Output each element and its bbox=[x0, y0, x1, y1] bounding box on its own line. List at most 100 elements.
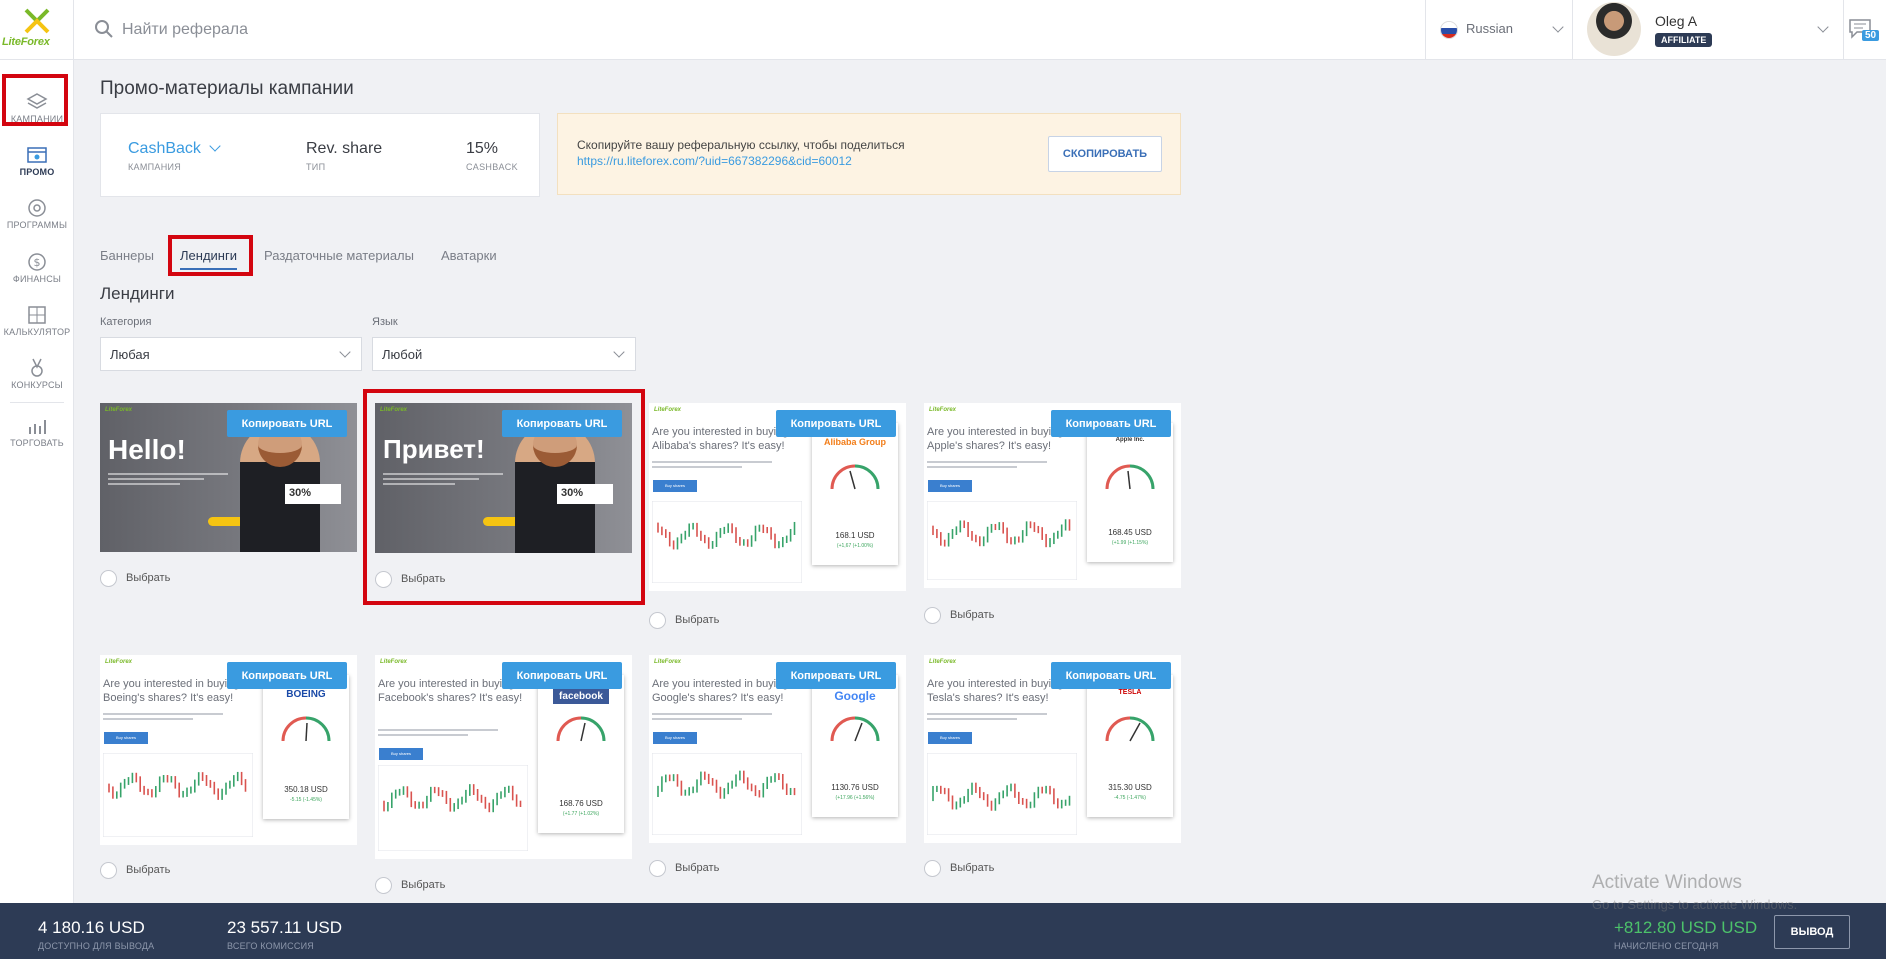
preview-gauge bbox=[830, 464, 880, 490]
available-label: ДОСТУПНО ДЛЯ ВЫВОДА bbox=[38, 941, 155, 951]
select-radio[interactable] bbox=[649, 612, 666, 629]
preview-brand-logo: BOEING bbox=[286, 689, 326, 700]
sidebar-item-finance[interactable]: $ ФИНАНСЫ bbox=[0, 246, 74, 298]
select-label: Выбрать bbox=[675, 614, 720, 626]
gauge-arc-red bbox=[1105, 716, 1131, 742]
chevron-down-icon bbox=[613, 346, 625, 358]
highlight-frame-promo bbox=[2, 74, 68, 126]
preview-subtext bbox=[927, 461, 1047, 471]
sidebar-item-contests[interactable]: КОНКУРСЫ bbox=[0, 352, 74, 404]
select-label: Выбрать bbox=[126, 864, 171, 876]
sidebar: КАМПАНИИ ПРОМО ПРОГРАММЫ $ ФИНАНСЫ КАЛЬК… bbox=[0, 60, 74, 903]
sidebar-item-promo[interactable]: ПРОМО bbox=[0, 139, 74, 191]
gauge-arc-green bbox=[1129, 716, 1155, 742]
preview-brand-logo: Alibaba Group bbox=[823, 437, 886, 447]
select-radio[interactable] bbox=[924, 607, 941, 624]
select-radio[interactable] bbox=[649, 860, 666, 877]
sidebar-item-trade[interactable]: ТОРГОВАТЬ bbox=[0, 410, 74, 462]
preview-price-chart bbox=[652, 501, 802, 583]
copy-url-button[interactable]: Копировать URL bbox=[776, 410, 896, 437]
referral-link[interactable]: https://ru.liteforex.com/?uid=667382296&… bbox=[577, 154, 852, 168]
chevron-down-icon bbox=[1817, 21, 1829, 33]
preview-buy-button: Buy shares bbox=[928, 480, 972, 492]
sidebar-item-programs[interactable]: ПРОГРАММЫ bbox=[0, 192, 74, 244]
copy-url-button[interactable]: Копировать URL bbox=[1051, 662, 1171, 689]
select-label: Выбрать bbox=[950, 862, 995, 874]
tab-avatars[interactable]: Аватарки bbox=[441, 248, 497, 263]
preview-subtext bbox=[108, 473, 228, 491]
gauge-needle bbox=[854, 722, 863, 742]
logo[interactable]: LiteForex bbox=[0, 0, 74, 60]
dollar-icon: $ bbox=[28, 253, 46, 271]
commission-label: ВСЕГО КОМИССИЯ bbox=[227, 941, 314, 951]
preview-price-change: -4.75 (-1.47%) bbox=[1114, 795, 1146, 801]
copy-url-button[interactable]: Копировать URL bbox=[227, 662, 347, 689]
copy-link-button[interactable]: СКОПИРОВАТЬ bbox=[1048, 136, 1162, 172]
top-bar: LiteForex Russian Oleg A AFFILIATE 50 bbox=[0, 0, 1886, 60]
withdraw-button[interactable]: ВЫВОД bbox=[1774, 915, 1850, 949]
category-select[interactable]: Любая bbox=[100, 337, 362, 371]
sidebar-divider bbox=[10, 402, 64, 403]
messages-button[interactable]: 50 bbox=[1848, 18, 1880, 46]
language-select[interactable]: Любой bbox=[372, 337, 636, 371]
preview-headline: Hello! bbox=[108, 434, 186, 465]
search-input[interactable] bbox=[122, 14, 622, 46]
preview-price-chart bbox=[378, 765, 528, 851]
chevron-down-icon bbox=[209, 140, 222, 152]
chart-icon bbox=[29, 420, 46, 434]
gauge-arc-red bbox=[556, 716, 582, 742]
preview-subtext bbox=[103, 713, 223, 723]
language-selector[interactable]: Russian bbox=[1425, 0, 1573, 60]
search-icon bbox=[95, 20, 113, 38]
sidebar-item-calculator[interactable]: КАЛЬКУЛЯТОР bbox=[0, 299, 74, 351]
sidebar-item-label: ФИНАНСЫ bbox=[12, 274, 62, 284]
chart-frame bbox=[652, 753, 802, 835]
preview-price: 1130.76 USD bbox=[831, 783, 879, 792]
copy-url-button[interactable]: Копировать URL bbox=[776, 662, 896, 689]
select-radio[interactable] bbox=[100, 570, 117, 587]
campaign-label: КАМПАНИЯ bbox=[128, 162, 182, 172]
preview-gauge bbox=[1105, 464, 1155, 490]
type-label: ТИП bbox=[306, 162, 326, 172]
gauge-arc-green bbox=[1129, 464, 1155, 490]
chevron-down-icon bbox=[1552, 21, 1564, 33]
select-label: Выбрать bbox=[950, 609, 995, 621]
select-radio[interactable] bbox=[924, 860, 941, 877]
gauge-needle bbox=[1127, 470, 1131, 490]
today-label: НАЧИСЛЕНО СЕГОДНЯ bbox=[1614, 941, 1719, 951]
gauge-needle bbox=[1129, 722, 1141, 742]
select-radio[interactable] bbox=[375, 877, 392, 894]
today-amount: +812.80 USD USD bbox=[1614, 918, 1758, 937]
campaign-selector[interactable]: CashBack КАМПАНИЯ bbox=[128, 140, 222, 172]
preview-buy-button: Buy shares bbox=[653, 732, 697, 744]
cashback-label: CASHBACK bbox=[466, 162, 518, 172]
preview-price-change: (+1.99 (+1.15%) bbox=[1111, 540, 1149, 546]
preview-logo: LiteForex bbox=[105, 407, 133, 413]
select-radio[interactable] bbox=[100, 862, 117, 879]
tab-handouts[interactable]: Раздаточные материалы bbox=[264, 248, 414, 263]
avatar bbox=[1587, 2, 1641, 56]
gauge-arc-green bbox=[305, 716, 331, 742]
preview-subtext bbox=[378, 729, 498, 739]
logo-mark-icon bbox=[24, 8, 50, 34]
user-menu[interactable]: Oleg A AFFILIATE bbox=[1572, 0, 1844, 60]
preview-logo: LiteForex bbox=[654, 659, 682, 665]
preview-subtext bbox=[927, 713, 1047, 723]
preview-brand-logo: facebook bbox=[553, 689, 609, 704]
preview-buy-button: Buy shares bbox=[379, 748, 423, 760]
svg-text:$: $ bbox=[34, 256, 41, 269]
select-label: Выбрать bbox=[401, 879, 446, 891]
copy-url-button[interactable]: Копировать URL bbox=[502, 662, 622, 689]
chart-frame bbox=[378, 765, 528, 851]
preview-price-card: BOEING 350.18 USD -5.15 (-1.45%) bbox=[263, 675, 349, 819]
affiliate-badge: AFFILIATE bbox=[1655, 33, 1713, 47]
copy-url-button[interactable]: Копировать URL bbox=[227, 410, 347, 437]
preview-logo: LiteForex bbox=[105, 659, 133, 665]
copy-url-button[interactable]: Копировать URL bbox=[1051, 410, 1171, 437]
gauge-arc-green bbox=[854, 716, 880, 742]
preview-price: 168.76 USD bbox=[559, 799, 603, 808]
preview-price-change: (+1.77 (+1.02%) bbox=[562, 811, 600, 817]
commission-amount: 23 557.11 USD bbox=[227, 918, 342, 937]
tab-banners[interactable]: Баннеры bbox=[100, 248, 154, 263]
select-label: Выбрать bbox=[126, 572, 171, 584]
